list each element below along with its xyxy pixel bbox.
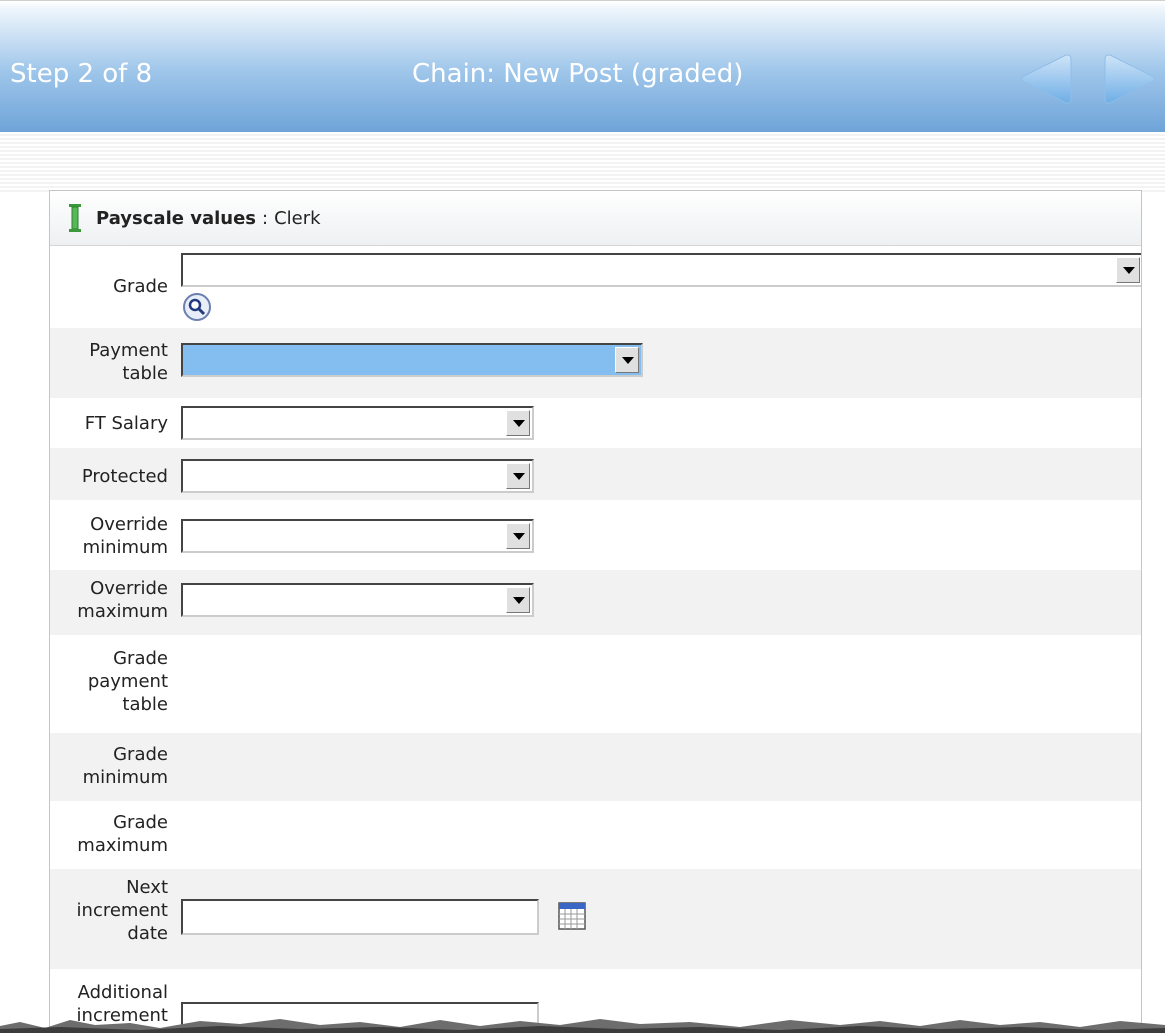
ft-salary-dropdown-button[interactable] (506, 410, 530, 436)
row-next-increment-date: Next increment date (50, 869, 1141, 969)
override-minimum-label-line1: Override (90, 514, 168, 535)
header-strip (0, 132, 1165, 192)
override-minimum-dropdown-button[interactable] (506, 523, 530, 549)
grade-payment-table-label-line1: Grade (113, 648, 168, 669)
grade-select[interactable] (181, 253, 1141, 287)
next-increment-date-input[interactable] (181, 899, 539, 935)
grade-maximum-label: Grade maximum (77, 811, 168, 857)
chain-title: Chain: New Post (graded) (412, 59, 744, 89)
chevron-down-icon (513, 533, 525, 540)
calendar-icon[interactable] (557, 901, 587, 931)
panel-header: Payscale values : Clerk (50, 191, 1141, 246)
ft-salary-label: FT Salary (84, 413, 168, 434)
row-protected: Protected (50, 448, 1141, 500)
override-minimum-label-line2: minimum (82, 537, 168, 558)
next-increment-date-label-line2: increment (76, 900, 168, 921)
row-override-minimum: Override minimum (50, 500, 1141, 570)
next-increment-date-label: Next increment date (77, 876, 168, 945)
next-increment-date-label-line1: Next (126, 877, 168, 898)
payment-table-label-line1: Payment (89, 340, 168, 361)
override-maximum-select[interactable] (181, 583, 534, 617)
protected-select[interactable] (181, 459, 534, 493)
row-ft-salary: FT Salary (50, 398, 1141, 448)
payment-table-select[interactable] (181, 343, 643, 377)
grade-payment-table-label: Grade payment table (88, 647, 168, 716)
row-payment-table: Payment table (50, 328, 1141, 398)
override-maximum-label-line2: maximum (77, 601, 168, 622)
ft-salary-select[interactable] (181, 406, 534, 440)
grade-maximum-label-line2: maximum (77, 835, 168, 856)
override-maximum-dropdown-button[interactable] (506, 587, 530, 613)
grade-dropdown-button[interactable] (1116, 257, 1140, 283)
bar-icon (69, 204, 81, 232)
row-override-maximum: Override maximum (50, 570, 1141, 635)
payment-table-dropdown-button[interactable] (615, 347, 639, 373)
grade-minimum-label-line1: Grade (113, 744, 168, 765)
grade-label: Grade (113, 276, 168, 297)
protected-label: Protected (81, 466, 168, 487)
row-grade-minimum: Grade minimum (50, 733, 1141, 801)
payscale-panel: Payscale values : Clerk Grade Payment ta… (49, 190, 1142, 1033)
row-grade-maximum: Grade maximum (50, 801, 1141, 869)
payment-table-label: Payment table (89, 339, 168, 385)
chevron-down-icon (513, 420, 525, 427)
step-indicator: Step 2 of 8 (10, 59, 153, 89)
chevron-down-icon (513, 473, 525, 480)
grade-minimum-label: Grade minimum (83, 743, 168, 789)
chevron-down-icon (513, 597, 525, 604)
panel-title: Payscale values (96, 207, 256, 229)
override-maximum-label: Override maximum (77, 577, 168, 623)
left-arrow-icon[interactable] (1018, 51, 1074, 107)
row-grade: Grade (50, 246, 1141, 328)
magnifier-icon[interactable] (180, 292, 214, 322)
wizard-header: Step 2 of 8 Chain: New Post (graded) (0, 0, 1165, 132)
override-maximum-label-line1: Override (90, 578, 168, 599)
additional-increment-label-line1: Additional (77, 982, 168, 1003)
grade-minimum-label-line2: minimum (82, 767, 168, 788)
protected-dropdown-button[interactable] (506, 463, 530, 489)
torn-edge (0, 1019, 1165, 1033)
chevron-down-icon (1123, 267, 1135, 274)
grade-maximum-label-line1: Grade (113, 812, 168, 833)
grade-payment-table-label-line3: table (122, 694, 168, 715)
override-minimum-select[interactable] (181, 519, 534, 553)
grade-payment-table-label-line2: payment (87, 671, 168, 692)
next-increment-date-label-line3: date (127, 923, 168, 944)
panel-separator: : (262, 207, 269, 229)
right-arrow-icon[interactable] (1102, 51, 1158, 107)
row-grade-payment-table: Grade payment table (50, 635, 1141, 733)
override-minimum-label: Override minimum (83, 513, 168, 559)
payment-table-label-line2: table (122, 363, 168, 384)
chevron-down-icon (622, 357, 634, 364)
panel-subject: Clerk (274, 207, 321, 229)
